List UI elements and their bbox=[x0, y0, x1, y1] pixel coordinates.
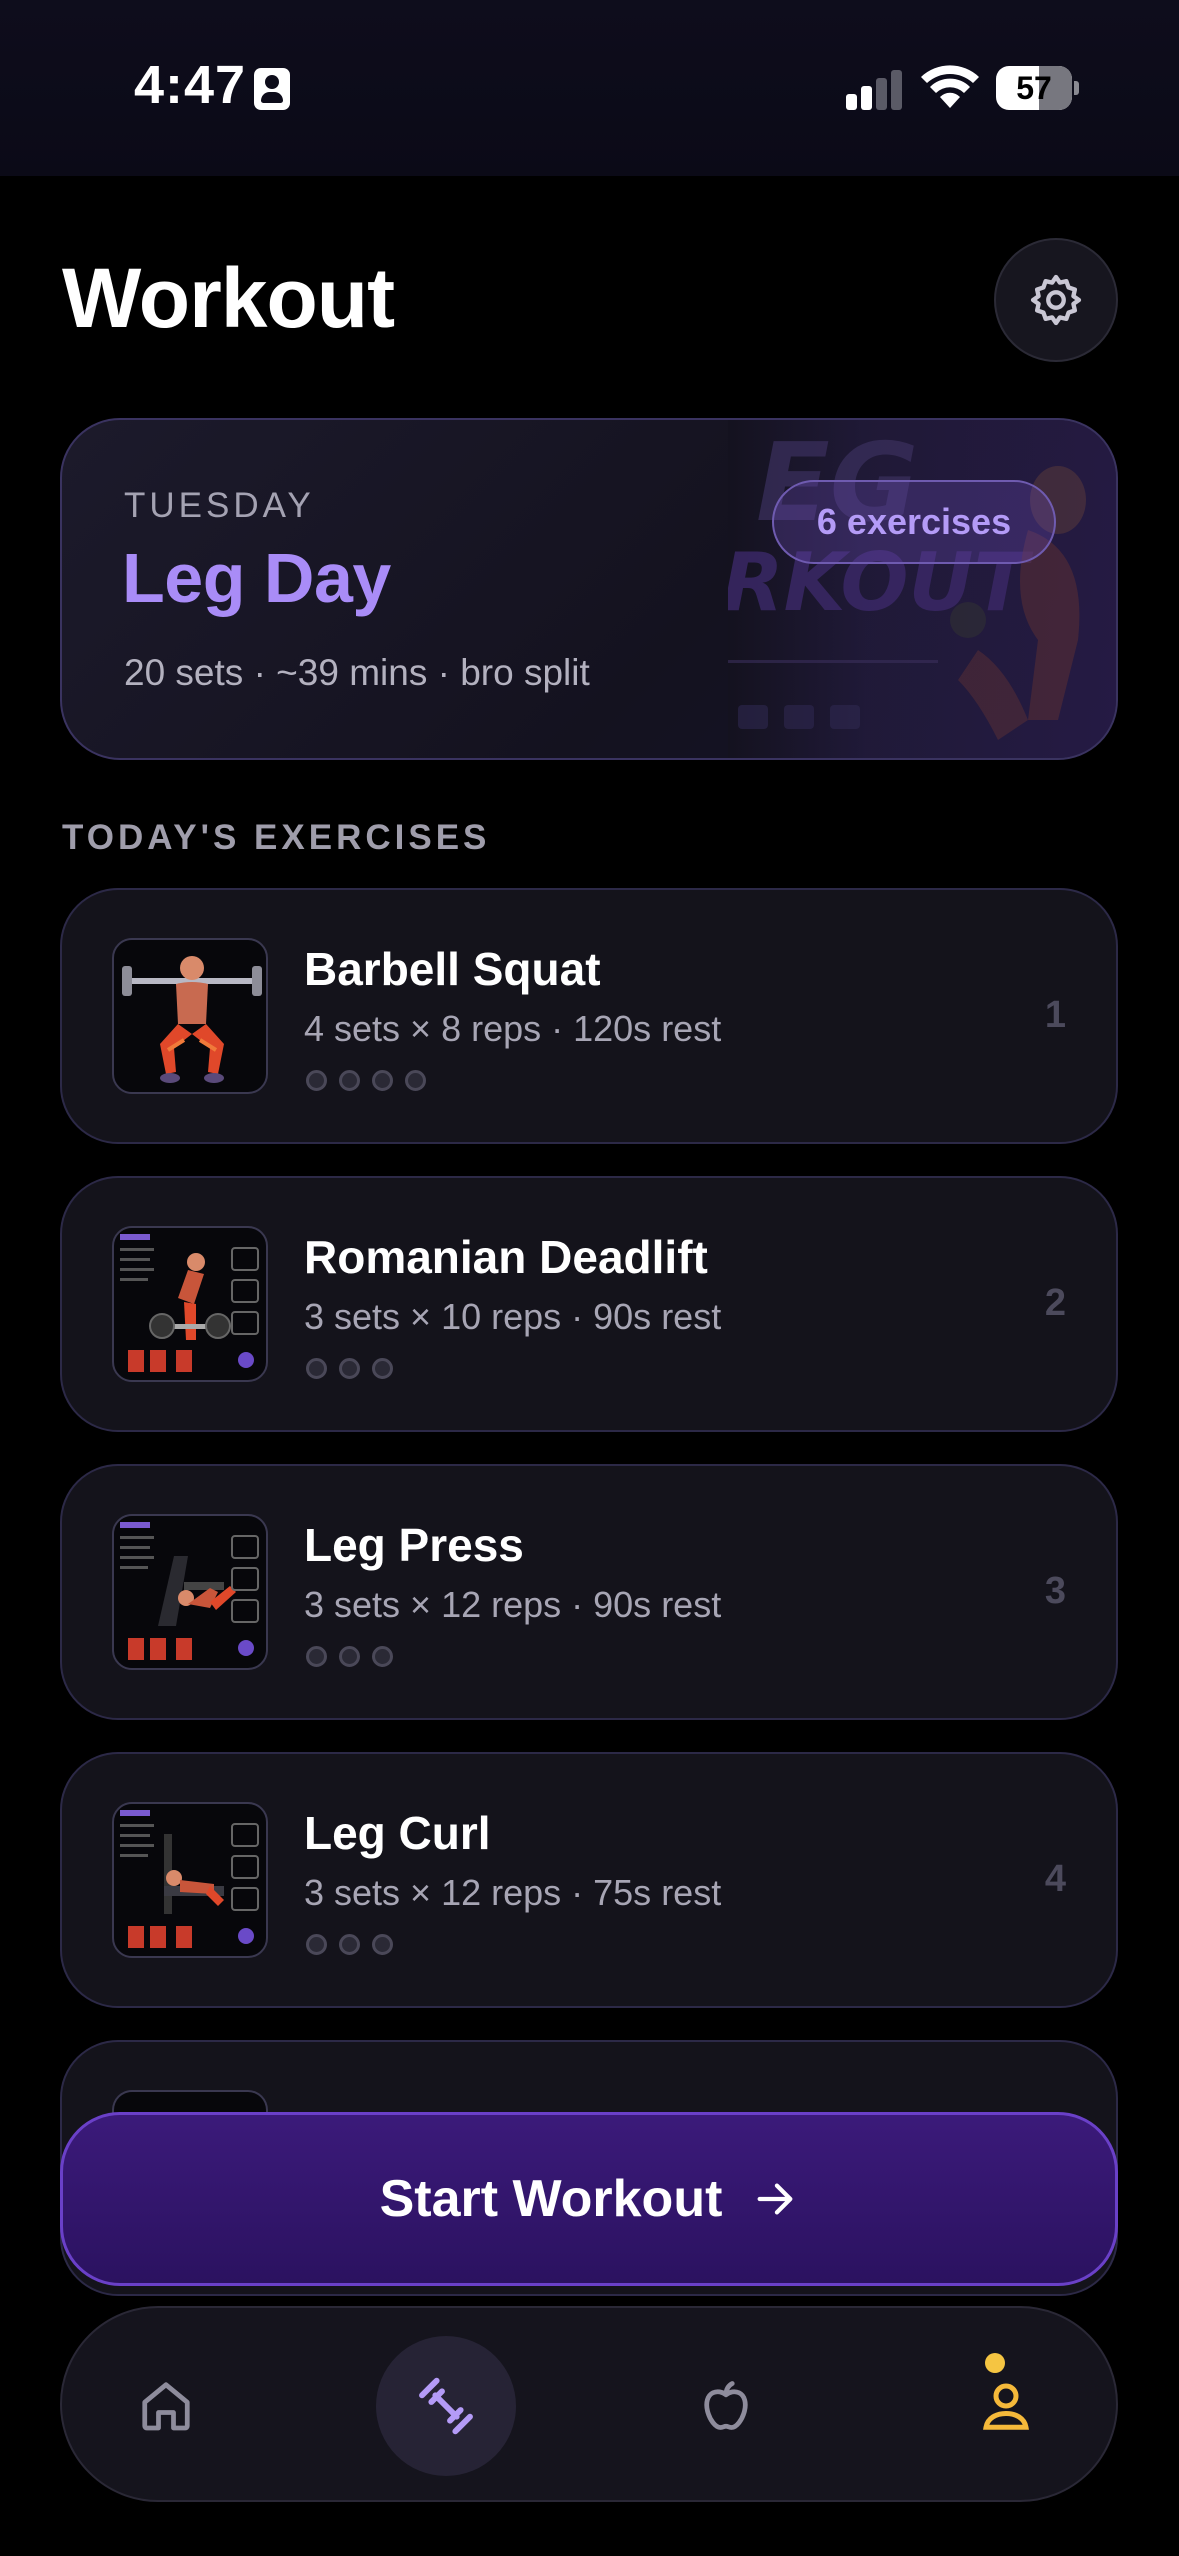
status-bar: 4:47 57 bbox=[0, 0, 1179, 176]
tab-bar bbox=[60, 2306, 1118, 2502]
profile-icon bbox=[983, 2383, 1029, 2430]
workout-meta: 20 sets · ~39 mins · bro split bbox=[124, 652, 590, 693]
set-dot bbox=[306, 1358, 327, 1379]
apple-icon bbox=[704, 2381, 748, 2430]
exercise-count-badge: 6 exercises bbox=[772, 480, 1056, 564]
set-dot bbox=[339, 1358, 360, 1379]
section-label: TODAY'S EXERCISES bbox=[62, 818, 491, 857]
exercise-name: Barbell Squat bbox=[304, 943, 601, 995]
status-time: 4:47 bbox=[134, 55, 247, 115]
exercise-thumbnail bbox=[112, 938, 268, 1094]
set-dot bbox=[306, 1646, 327, 1667]
gear-icon bbox=[1030, 274, 1082, 326]
exercise-index: 2 bbox=[1044, 1282, 1066, 1324]
exercise-card[interactable]: Leg Press 3 sets × 12 reps · 90s rest 3 bbox=[60, 1464, 1118, 1720]
set-dot bbox=[372, 1646, 393, 1667]
cellular-signal-icon bbox=[846, 70, 904, 110]
exercise-thumbnail bbox=[112, 1802, 268, 1958]
exercise-card[interactable]: Leg Curl 3 sets × 12 reps · 75s rest 4 bbox=[60, 1752, 1118, 2008]
set-dot bbox=[372, 1934, 393, 1955]
tab-profile[interactable] bbox=[936, 2336, 1076, 2476]
set-dot bbox=[405, 1070, 426, 1091]
tab-nutrition[interactable] bbox=[656, 2336, 796, 2476]
set-dot bbox=[339, 1646, 360, 1667]
workout-name: Leg Day bbox=[122, 539, 391, 617]
exercise-index: 3 bbox=[1044, 1570, 1066, 1612]
exercise-detail: 4 sets × 8 reps · 120s rest bbox=[304, 1008, 722, 1049]
set-dot bbox=[372, 1070, 393, 1091]
set-progress-dots bbox=[306, 1646, 393, 1667]
tab-home[interactable] bbox=[96, 2336, 236, 2476]
home-icon bbox=[142, 2382, 190, 2431]
notification-badge bbox=[985, 2353, 1005, 2373]
leg-workout-poster-image: EG RKOUT bbox=[728, 420, 1116, 758]
workout-summary-card[interactable]: EG RKOUT TUESDAY Leg Day 20 sets · ~39 m… bbox=[60, 418, 1118, 760]
exercise-card[interactable]: Barbell Squat 4 sets × 8 reps · 120s res… bbox=[60, 888, 1118, 1144]
start-workout-label: Start Workout bbox=[379, 2170, 723, 2228]
exercise-card[interactable]: Romanian Deadlift 3 sets × 10 reps · 90s… bbox=[60, 1176, 1118, 1432]
exercise-index: 4 bbox=[1044, 1858, 1066, 1900]
set-progress-dots bbox=[306, 1070, 426, 1091]
exercise-name: Leg Curl bbox=[304, 1807, 491, 1859]
exercise-index: 1 bbox=[1044, 994, 1066, 1036]
set-dot bbox=[306, 1070, 327, 1091]
battery-icon: 57 bbox=[996, 66, 1079, 110]
set-dot bbox=[306, 1934, 327, 1955]
settings-button[interactable] bbox=[994, 238, 1118, 362]
wifi-icon bbox=[921, 65, 979, 108]
set-dot bbox=[339, 1070, 360, 1091]
set-dot bbox=[372, 1358, 393, 1379]
set-dot bbox=[339, 1934, 360, 1955]
set-progress-dots bbox=[306, 1934, 393, 1955]
exercise-detail: 3 sets × 12 reps · 75s rest bbox=[304, 1872, 722, 1913]
workout-day: TUESDAY bbox=[124, 486, 315, 525]
exercise-detail: 3 sets × 10 reps · 90s rest bbox=[304, 1296, 722, 1337]
page-title: Workout bbox=[62, 251, 395, 345]
exercise-thumbnail bbox=[112, 1226, 268, 1382]
set-progress-dots bbox=[306, 1358, 393, 1379]
home-indicator-area bbox=[0, 2502, 1179, 2556]
dumbbell-icon bbox=[419, 2377, 473, 2435]
exercise-detail: 3 sets × 12 reps · 90s rest bbox=[304, 1584, 722, 1625]
tab-workout[interactable] bbox=[376, 2336, 516, 2476]
battery-level: 57 bbox=[1016, 70, 1052, 106]
exercise-thumbnail bbox=[112, 1514, 268, 1670]
exercise-name: Romanian Deadlift bbox=[304, 1231, 708, 1283]
arrow-right-icon bbox=[757, 2183, 793, 2215]
start-workout-button[interactable]: Start Workout bbox=[60, 2112, 1118, 2286]
exercise-name: Leg Press bbox=[304, 1519, 524, 1571]
contact-card-icon bbox=[254, 68, 290, 110]
